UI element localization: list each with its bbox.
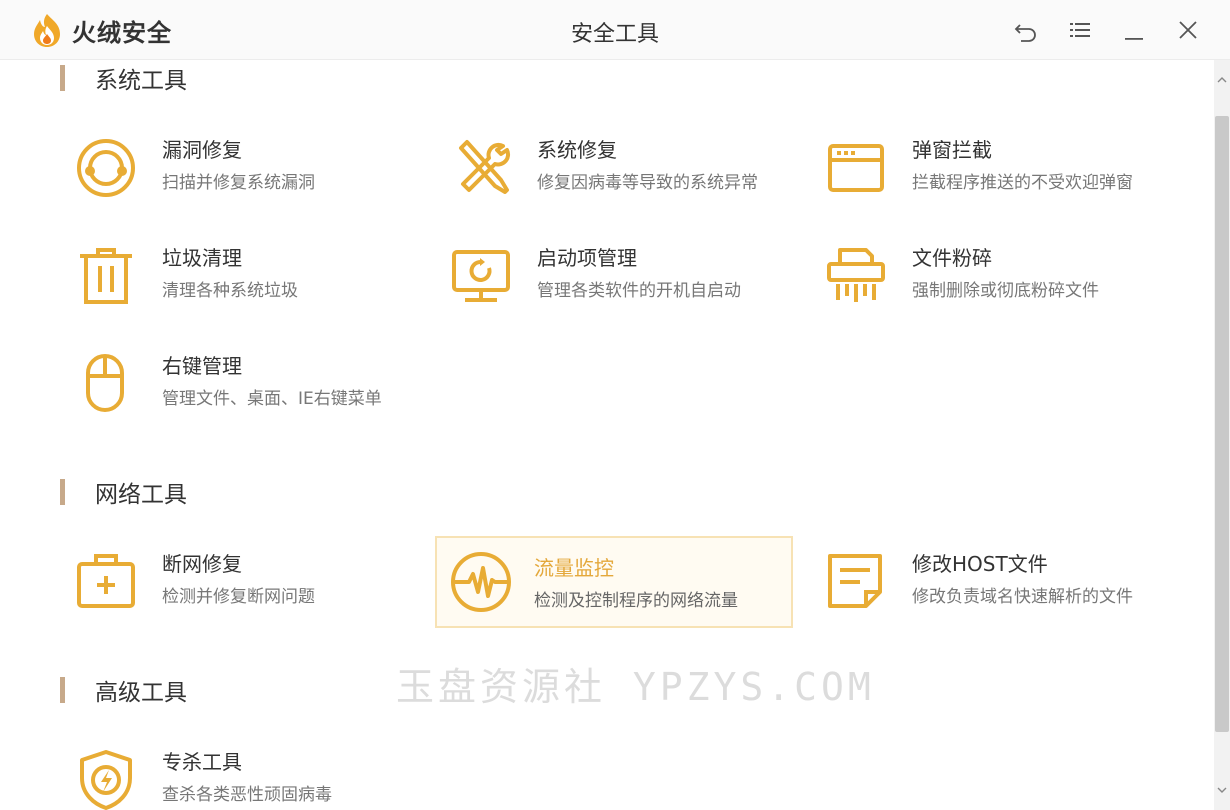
tool-desc: 拦截程序推送的不受欢迎弹窗 <box>912 173 1133 193</box>
tool-name: 垃圾清理 <box>162 246 242 270</box>
scroll-thumb[interactable] <box>1215 116 1229 732</box>
section-label: 高级工具 <box>95 680 187 706</box>
section-label: 网络工具 <box>95 482 187 508</box>
tool-name: 断网修复 <box>162 552 242 576</box>
scroll-down-arrow-icon[interactable] <box>1214 782 1230 798</box>
section-bar <box>60 677 65 703</box>
minimize-button[interactable] <box>1120 16 1148 44</box>
tool-desc: 检测及控制程序的网络流量 <box>534 591 738 611</box>
section-advanced: 高级工具 <box>60 676 187 706</box>
tool-trash-clean[interactable]: 垃圾清理 清理各种系统垃圾 <box>40 230 398 322</box>
tool-name: 系统修复 <box>537 138 617 162</box>
section-label: 系统工具 <box>95 68 187 94</box>
tool-desc: 修改负责域名快速解析的文件 <box>912 587 1133 607</box>
window-title: 安全工具 <box>570 22 659 47</box>
tool-name: 专杀工具 <box>162 750 242 774</box>
tool-traffic-monitor[interactable]: 流量监控 检测及控制程序的网络流量 <box>435 536 793 628</box>
tool-name: 启动项管理 <box>537 246 637 270</box>
shredder-icon <box>826 244 890 308</box>
first-aid-icon <box>76 550 140 614</box>
undo-icon <box>1014 24 1036 42</box>
trash-icon <box>76 244 140 308</box>
window-icon <box>826 136 890 200</box>
tool-name: 文件粉碎 <box>912 246 992 270</box>
tool-startup-manager[interactable]: 启动项管理 管理各类软件的开机自启动 <box>415 230 773 322</box>
scrollbar[interactable] <box>1214 60 1230 810</box>
document-icon <box>826 550 890 614</box>
tool-special-kill[interactable]: 专杀工具 查杀各类恶性顽固病毒 <box>40 734 398 810</box>
title-bar: 火绒安全 安全工具 <box>0 0 1230 60</box>
tool-context-menu[interactable]: 右键管理 管理文件、桌面、IE右键菜单 <box>40 338 398 430</box>
tool-name: 修改HOST文件 <box>912 552 1048 576</box>
tool-vuln-repair[interactable]: 漏洞修复 扫描并修复系统漏洞 <box>40 122 398 214</box>
back-button[interactable] <box>1012 16 1040 44</box>
tool-system-repair[interactable]: 系统修复 修复因病毒等导致的系统异常 <box>415 122 773 214</box>
tool-name: 右键管理 <box>162 354 242 378</box>
tool-name: 流量监控 <box>534 556 614 580</box>
mouse-icon <box>76 352 140 416</box>
tool-desc: 扫描并修复系统漏洞 <box>162 173 315 193</box>
tool-host-edit[interactable]: 修改HOST文件 修改负责域名快速解析的文件 <box>790 536 1148 628</box>
monitor-icon <box>451 244 515 308</box>
tool-desc: 查杀各类恶性顽固病毒 <box>162 785 332 805</box>
tool-popup-block[interactable]: 弹窗拦截 拦截程序推送的不受欢迎弹窗 <box>790 122 1148 214</box>
menu-button[interactable] <box>1066 16 1094 44</box>
tool-desc: 修复因病毒等导致的系统异常 <box>537 173 758 193</box>
tool-name: 弹窗拦截 <box>912 138 992 162</box>
tool-desc: 清理各种系统垃圾 <box>162 281 298 301</box>
pulse-icon <box>451 550 515 614</box>
section-system: 系统工具 <box>60 64 187 94</box>
tool-desc: 强制删除或彻底粉碎文件 <box>912 281 1099 301</box>
tools-icon <box>451 136 515 200</box>
close-button[interactable] <box>1174 16 1202 44</box>
tool-name: 漏洞修复 <box>162 138 242 162</box>
tool-net-repair[interactable]: 断网修复 检测并修复断网问题 <box>40 536 398 628</box>
tool-desc: 管理各类软件的开机自启动 <box>537 281 741 301</box>
shield-bolt-icon <box>76 748 140 810</box>
section-network: 网络工具 <box>60 478 187 508</box>
close-icon <box>1179 21 1197 39</box>
watermark: 玉盘资源社 YPZYS.COM <box>396 665 875 709</box>
section-bar <box>60 479 65 505</box>
minimize-icon <box>1125 38 1143 40</box>
tool-desc: 检测并修复断网问题 <box>162 587 315 607</box>
tool-file-shred[interactable]: 文件粉碎 强制删除或彻底粉碎文件 <box>790 230 1148 322</box>
scroll-up-arrow-icon[interactable] <box>1214 72 1230 88</box>
tool-desc: 管理文件、桌面、IE右键菜单 <box>162 389 382 409</box>
list-icon <box>1070 23 1090 37</box>
section-bar <box>60 65 65 91</box>
lifebuoy-icon <box>76 136 140 200</box>
